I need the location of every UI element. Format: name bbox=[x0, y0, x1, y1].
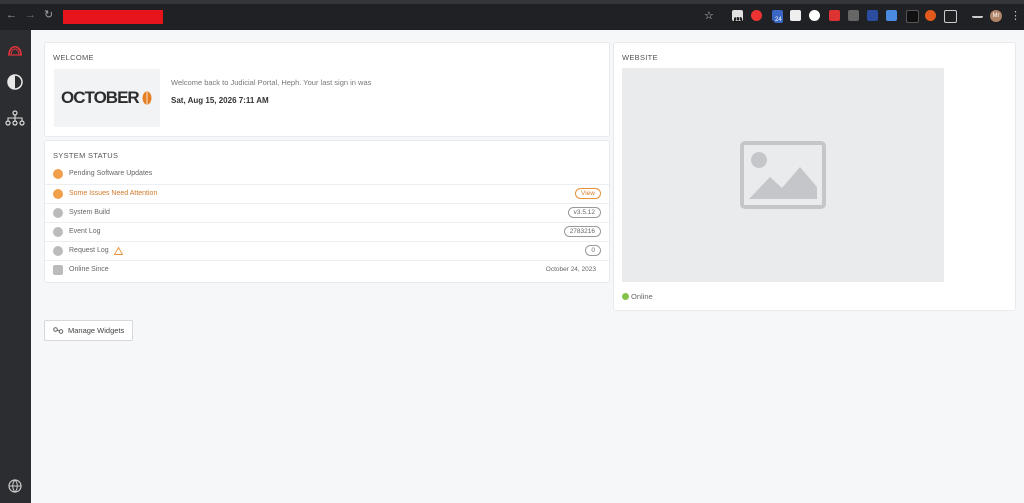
status-label: Request Log bbox=[69, 247, 109, 254]
website-preview[interactable] bbox=[622, 68, 944, 282]
reload-icon[interactable]: ↻ bbox=[44, 9, 53, 21]
online-indicator bbox=[622, 293, 629, 300]
sitemap-icon[interactable] bbox=[5, 108, 25, 128]
status-row[interactable]: Event Log 2783216 bbox=[45, 222, 609, 242]
logo-box: OCTOBER bbox=[54, 69, 160, 127]
widgets-icon bbox=[53, 327, 64, 334]
info-circle-icon bbox=[53, 208, 63, 218]
website-title: WEBSITE bbox=[622, 53, 658, 62]
forward-icon[interactable]: → bbox=[25, 9, 36, 21]
extension-icon[interactable] bbox=[751, 10, 762, 21]
system-status-panel: SYSTEM STATUS Pending Software Updates S… bbox=[44, 140, 610, 283]
status-value: 2783216 bbox=[563, 226, 601, 237]
status-label: Pending Software Updates bbox=[69, 170, 153, 177]
extension-icon[interactable] bbox=[848, 10, 859, 21]
extension-icon[interactable] bbox=[886, 10, 897, 21]
welcome-panel: WELCOME OCTOBER Welcome back to Judicial… bbox=[44, 42, 610, 137]
manage-widgets-button[interactable]: Manage Widgets bbox=[44, 320, 133, 341]
leaf-icon bbox=[142, 91, 152, 105]
status-row[interactable]: Some Issues Need Attention View bbox=[45, 184, 609, 204]
contrast-icon[interactable] bbox=[5, 72, 25, 92]
status-row[interactable]: Pending Software Updates bbox=[45, 165, 609, 184]
website-status: Online bbox=[631, 292, 653, 301]
reading-list-icon[interactable] bbox=[972, 10, 983, 18]
warning-triangle-icon bbox=[53, 227, 63, 237]
status-label: Event Log bbox=[69, 228, 101, 235]
status-row[interactable]: Request Log 0 bbox=[45, 241, 609, 261]
october-logo: OCTOBER bbox=[61, 88, 140, 107]
globe-icon[interactable] bbox=[5, 476, 25, 496]
status-value: v3.5.12 bbox=[567, 207, 601, 218]
extension-icon[interactable] bbox=[790, 10, 801, 21]
menu-icon[interactable]: ⋮ bbox=[1010, 9, 1021, 22]
welcome-title: WELCOME bbox=[53, 53, 94, 62]
status-label: System Build bbox=[69, 209, 110, 216]
warning-triangle-icon bbox=[114, 247, 123, 255]
sidebar bbox=[0, 30, 31, 503]
warning-circle-icon bbox=[53, 169, 63, 179]
extension-badge: 11 bbox=[734, 17, 743, 23]
status-row[interactable]: System Build v3.5.12 bbox=[45, 203, 609, 223]
puzzle-icon[interactable] bbox=[944, 10, 957, 23]
status-value: 0 bbox=[585, 245, 601, 256]
system-status-title: SYSTEM STATUS bbox=[53, 151, 119, 160]
bookmark-star-icon[interactable]: ☆ bbox=[704, 9, 714, 22]
tab-strip bbox=[0, 0, 1024, 4]
status-label: Online Since bbox=[69, 266, 109, 273]
october-logo-icon[interactable] bbox=[5, 38, 25, 58]
back-icon[interactable]: ← bbox=[6, 9, 17, 21]
status-row[interactable]: Online Since October 24, 2023 bbox=[45, 260, 609, 280]
website-panel: WEBSITE Online bbox=[613, 42, 1016, 311]
extension-icon[interactable] bbox=[829, 10, 840, 21]
welcome-message: Welcome back to Judicial Portal, Heph. Y… bbox=[171, 78, 372, 87]
image-placeholder-icon bbox=[740, 141, 826, 209]
view-button[interactable]: View bbox=[575, 188, 601, 199]
extension-badge: 24 bbox=[774, 17, 783, 23]
avatar[interactable]: Mr bbox=[990, 10, 1002, 22]
warning-circle-icon bbox=[53, 189, 63, 199]
extension-icon[interactable] bbox=[925, 10, 936, 21]
status-label: Some Issues Need Attention bbox=[69, 190, 158, 197]
manage-widgets-label: Manage Widgets bbox=[68, 326, 125, 335]
extension-icon[interactable] bbox=[867, 10, 878, 21]
last-signin: Sat, Aug 15, 2026 7:11 AM bbox=[171, 96, 269, 105]
browser-toolbar: ← → ↻ ☆ 11 24 Mr ⋮ bbox=[0, 0, 1024, 30]
extension-icon[interactable] bbox=[809, 10, 820, 21]
document-icon bbox=[53, 246, 63, 256]
status-value: October 24, 2023 bbox=[545, 266, 596, 273]
address-bar[interactable] bbox=[63, 10, 163, 24]
extension-icon[interactable] bbox=[906, 10, 919, 23]
calendar-icon bbox=[53, 265, 63, 275]
